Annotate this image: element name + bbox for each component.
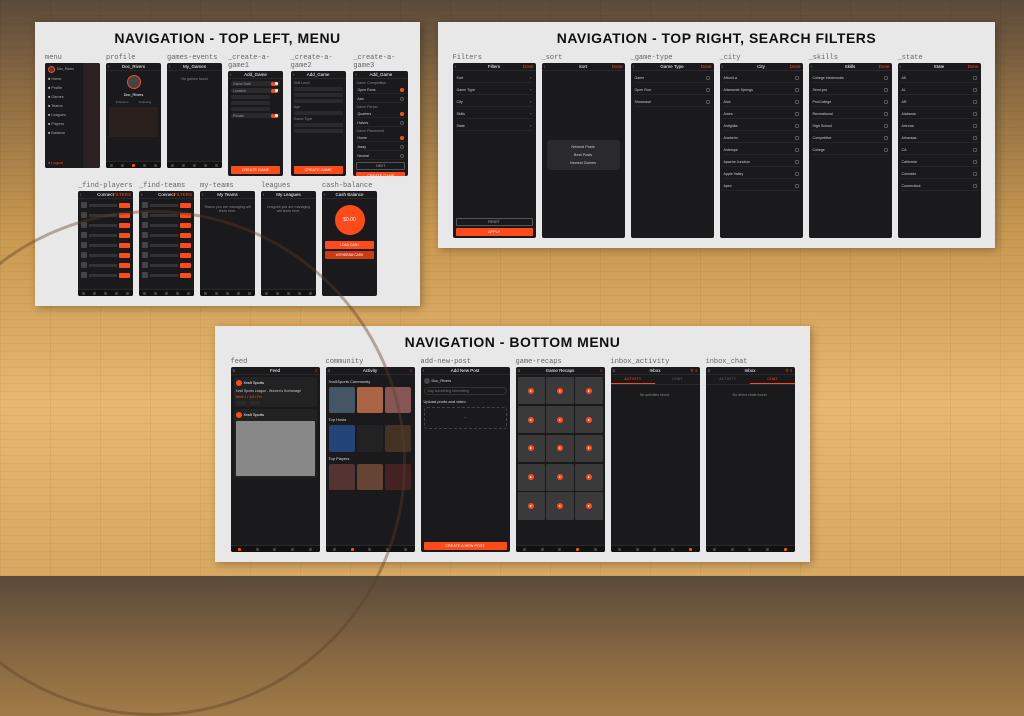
load-cash-button[interactable]: LOAD CASH <box>325 241 374 249</box>
label-create2: _create-a-game2 <box>291 54 348 70</box>
screen-city[interactable]: ‹CityDone Afton/La Altamonte Springs Alv… <box>720 63 803 238</box>
label-menu: menu <box>45 54 62 62</box>
screen-game-type[interactable]: ‹Game TypeDone Game Open Run Showcase <box>631 63 714 238</box>
menu-icon: ≡ <box>233 368 236 373</box>
screen-inbox-activity[interactable]: ≡Inbox⚲ ⌕ ACTIVITYCHAT No activities fou… <box>611 367 700 552</box>
screen-inbox-chat[interactable]: ≡Inbox⚲ ⌕ ACTIVITYCHAT No direct chats f… <box>706 367 795 552</box>
screen-game-recaps[interactable]: ≡Game Recaps⌕ <box>516 367 605 552</box>
tab-activity[interactable]: ACTIVITY <box>611 375 656 384</box>
screen-find-teams[interactable]: ‹ConnectFILTERS <box>139 191 194 296</box>
screen-sort[interactable]: ‹SortDone Newest Posts Best Posts Newest… <box>542 63 625 238</box>
upload-dropzone[interactable]: + <box>424 407 507 429</box>
screen-skills[interactable]: ‹SkillsDone College Intramurals Semi-pro… <box>809 63 892 238</box>
label-create1: _create-a-game1 <box>228 54 285 70</box>
filters-button[interactable]: FILTERS <box>113 192 131 197</box>
tab-chat[interactable]: CHAT <box>655 375 700 384</box>
panel-title-topleft: NAVIGATION - TOP LEFT, MENU <box>45 30 410 46</box>
screen-find-players[interactable]: ‹ConnectFILTERS <box>78 191 133 296</box>
screen-filters[interactable]: ‹FiltersDone Sort› Game Type› City› Skil… <box>453 63 536 238</box>
screen-state[interactable]: ‹StateDone AK AL AR Alabama Arizona Arka… <box>898 63 981 238</box>
play-icon <box>528 388 534 394</box>
label-games-events: games-events <box>167 54 217 62</box>
reset-button[interactable]: RESET <box>456 218 533 226</box>
search-icon: ⌕ <box>315 368 318 373</box>
screen-games-events[interactable]: ‹My_Games No games found <box>167 63 222 168</box>
screen-my-teams[interactable]: ‹My Teams Teams you are managing will sh… <box>200 191 255 296</box>
screen-community[interactable]: ≡Activity⌕ Xvs5Sports Community Top Host… <box>326 367 415 552</box>
apply-button[interactable]: APPLY <box>456 228 533 236</box>
panel-top-right: NAVIGATION - TOP RIGHT, SEARCH FILTERS F… <box>438 22 995 248</box>
screen-add-post[interactable]: ‹Add New Post Doc_Rivers Say something i… <box>421 367 510 552</box>
screen-feed[interactable]: ≡Feed⌕ Xvs5 Sports Xvs5 Sports League - … <box>231 367 320 552</box>
panel-bottom: NAVIGATION - BOTTOM MENU feed ≡Feed⌕ Xvs… <box>215 326 810 562</box>
create-post-button[interactable]: CREATE A NEW POST <box>424 542 507 550</box>
user-search-icon: ⚲ ⌕ <box>690 368 697 374</box>
label-find-players: _find-players <box>78 182 133 190</box>
screen-cash-balance[interactable]: ‹Cash Balance $0.00 LOAD CASH WITHDRAW C… <box>322 191 377 296</box>
label-create3: _create-a-game3 <box>353 54 410 70</box>
post-text-input[interactable]: Say something interesting <box>424 387 507 395</box>
screen-create-game-3[interactable]: ‹Add_Game Game Competition Open Runs Aau… <box>353 71 408 176</box>
screen-leagues[interactable]: ‹My Leagues Leagues you are managing wil… <box>261 191 316 296</box>
label-profile: profile <box>106 54 135 62</box>
screen-menu[interactable]: Doc_Rivers ■ Home ■ Profile ■ Games ■ Te… <box>45 63 100 168</box>
create-game-button[interactable]: CREATE GAME <box>231 166 280 174</box>
balance-amount: $0.00 <box>335 205 365 235</box>
back-icon: ‹ <box>108 64 110 69</box>
screen-create-game-1[interactable]: ‹Add_Game Game Date Location Private CRE… <box>228 71 283 176</box>
screen-create-game-2[interactable]: ‹Add_Game Skill Level Age Game Type CREA… <box>291 71 346 176</box>
screen-profile[interactable]: ‹Doc_Rivers Doc_Rivers FollowersFollowin… <box>106 63 161 168</box>
withdraw-cash-button[interactable]: WITHDRAW CASH <box>325 251 374 259</box>
panel-top-left: NAVIGATION - TOP LEFT, MENU menu Doc_Riv… <box>35 22 420 306</box>
